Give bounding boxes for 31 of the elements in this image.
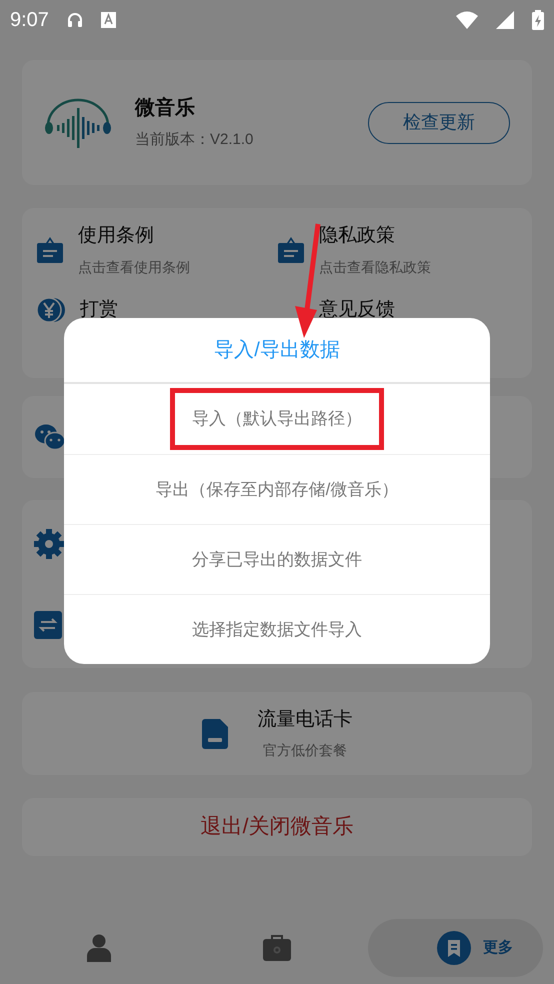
link-title[interactable]: 隐私政策 [319,222,431,250]
link-subtitle: 点击查看使用条例 [78,258,190,276]
person-icon[interactable] [86,934,112,962]
headphone-soundwave-logo [44,98,112,148]
sim-card-icon [202,718,228,748]
yen-coin-icon [36,296,66,324]
status-time: 9:07 [10,8,49,33]
link-title[interactable]: 使用条例 [78,222,190,250]
keyboard-a-icon [100,12,116,28]
dialog-option[interactable]: 选择指定数据文件导入 [178,610,376,650]
check-update-button[interactable]: 检查更新 [368,102,510,144]
link-subtitle: 点击查看隐私政策 [319,258,431,276]
dialog-option[interactable]: 分享已导出的数据文件 [178,540,376,580]
wifi-icon [456,11,478,29]
exit-button[interactable]: 退出/关闭微音乐 [22,798,532,856]
nav-tab[interactable]: 更多 [368,919,542,977]
battery-icon [532,10,544,30]
headphones-icon [66,12,83,28]
toolbox-icon[interactable] [262,934,292,962]
signal-icon [496,11,514,29]
promo-subtitle: 官方低价套餐 [263,741,347,760]
app-name: 微音乐 [135,96,196,122]
promo-card[interactable]: 流量电话卡 官方低价套餐 [22,692,532,775]
notice-board-icon [277,236,305,264]
app-version: 当前版本：V2.1.0 [135,130,254,150]
notice-board-icon [36,236,64,264]
promo-title: 流量电话卡 [258,708,352,732]
swap-arrows-icon [34,611,62,639]
document-icon [437,931,471,965]
dialog-option[interactable]: 导出（保存至内部存储/微音乐） [142,470,412,510]
dialog-option[interactable]: 导入（默认导出路径） [170,388,384,450]
